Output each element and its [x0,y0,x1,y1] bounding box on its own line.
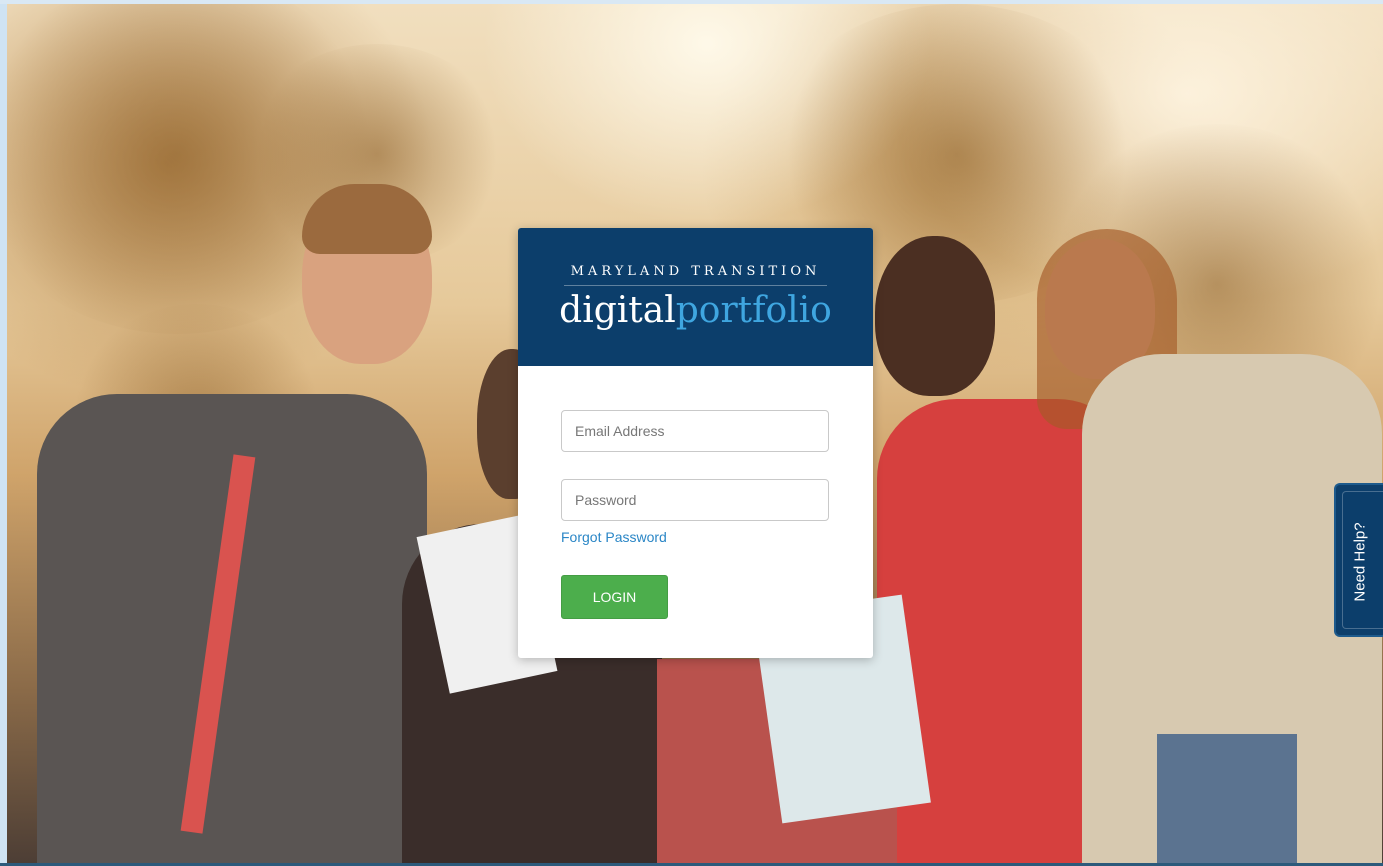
brand-tagline: MARYLAND TRANSITION [570,264,821,279]
brand-logo: digitalportfolio [518,288,873,334]
login-button[interactable]: LOGIN [561,575,668,619]
brand-word-portfolio: portfolio [675,290,832,331]
forgot-password-link[interactable]: Forgot Password [561,529,667,545]
login-card: MARYLAND TRANSITION digitalportfolio For… [518,228,873,658]
left-frame-edge [0,0,7,866]
need-help-label: Need Help? [1351,522,1369,602]
need-help-tab[interactable]: Need Help? [1334,483,1383,637]
email-field[interactable] [561,410,829,452]
brand-header: MARYLAND TRANSITION digitalportfolio [518,228,873,366]
login-page: MARYLAND TRANSITION digitalportfolio For… [0,0,1383,866]
top-frame-edge [0,0,1383,4]
brand-word-digital: digital [559,290,676,331]
password-field[interactable] [561,479,829,521]
brand-divider [564,285,827,286]
